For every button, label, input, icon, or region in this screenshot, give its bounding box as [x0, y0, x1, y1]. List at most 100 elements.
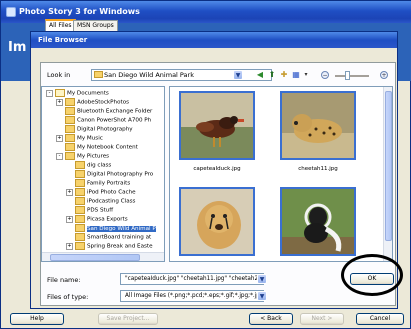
outer-window-title: Photo Story 3 for Windows	[19, 7, 140, 16]
new-folder-icon[interactable]: ✚	[279, 70, 289, 80]
tree-item[interactable]: Canon PowerShot A700 Ph	[56, 116, 151, 125]
save-project-button[interactable]: Save Project...	[98, 313, 158, 325]
folder-icon	[65, 125, 75, 133]
tree-item[interactable]: iPodcasting Class	[66, 197, 135, 206]
zoom-slider-track[interactable]	[335, 75, 369, 77]
folder-icon	[65, 143, 75, 151]
tree-item[interactable]: My Notebook Content	[56, 143, 138, 152]
folder-icon	[75, 170, 85, 178]
outer-header-label: Im	[8, 40, 27, 55]
thumbnail-scroll-thumb[interactable]	[385, 91, 392, 241]
tree-item-label: Family Portraits	[87, 180, 131, 187]
thumbnail-capetealduck[interactable]	[179, 91, 255, 160]
tree-item-label: My Pictures	[77, 153, 110, 160]
cheetah-portrait-photo	[181, 189, 253, 254]
thumbnail-view[interactable]: capeteaIduck.jpg cheetah11.jpg	[169, 86, 393, 262]
help-button[interactable]: Help	[10, 313, 64, 325]
tab-msn-groups[interactable]: MSN Groups	[73, 20, 118, 31]
tree-item-label: SmartBoard training at	[87, 234, 152, 241]
tree-item-label: Bluetooth Exchange Folder	[77, 108, 153, 115]
tab-all-files[interactable]: All Files	[45, 19, 76, 31]
folder-icon	[75, 197, 85, 205]
tree-item[interactable]: Family Portraits	[66, 179, 130, 188]
tree-item-label: My Music	[77, 135, 103, 142]
folder-icon	[65, 107, 75, 115]
next-button[interactable]: Next >	[300, 313, 344, 325]
tree-item-label: PDS Stuff	[87, 207, 114, 214]
tree-item-label: AdobeStockPhotos	[77, 99, 130, 106]
expand-icon[interactable]: +	[66, 188, 73, 196]
lookin-value: San Diego Wild Animal Park	[104, 71, 194, 79]
tree-item-label: iPod Photo Cache	[87, 189, 136, 196]
tree-item[interactable]: - My Pictures	[56, 152, 109, 161]
monkey-photo	[282, 189, 354, 254]
tree-item-label: dig class	[87, 162, 112, 169]
folder-icon	[75, 242, 85, 250]
expand-icon[interactable]: +	[66, 242, 73, 250]
tree-item[interactable]: + Picasa Exports	[66, 215, 128, 224]
thumbnail-vertical-scrollbar[interactable]	[383, 87, 392, 261]
folder-icon	[65, 116, 75, 124]
chevron-down-icon[interactable]: ▼	[257, 291, 267, 301]
tree-item[interactable]: SmartBoard training at	[66, 233, 151, 242]
back-button[interactable]: < Back	[249, 313, 293, 325]
dialog-title-bar: File Browser	[31, 32, 397, 48]
tree-item[interactable]: Digital Photography Pro	[66, 170, 153, 179]
views-menu-icon[interactable]: ▦	[291, 70, 301, 80]
thumbnail-cheetah212[interactable]	[179, 187, 255, 256]
tree-item[interactable]: + AdobeStockPhotos	[56, 98, 129, 107]
zoom-out-icon[interactable]: −	[321, 71, 329, 79]
duck-photo	[181, 93, 253, 158]
tree-item[interactable]: + My Music	[56, 134, 103, 143]
expand-icon[interactable]: +	[56, 98, 63, 106]
folder-tree[interactable]: - My Documents + AdobeStockPhotos Bluetooth …	[41, 86, 165, 262]
expand-icon[interactable]: +	[56, 134, 63, 142]
expand-icon[interactable]: +	[66, 215, 73, 223]
views-dropdown-icon[interactable]: ▾	[301, 70, 311, 80]
tree-hscroll-thumb[interactable]	[50, 254, 140, 261]
folder-icon	[75, 224, 85, 232]
zoom-in-icon[interactable]: +	[380, 71, 388, 79]
folder-icon	[94, 71, 103, 78]
tree-item[interactable]: + Spring Break and Easte	[66, 242, 153, 251]
tree-item[interactable]: PDS Stuff	[66, 206, 113, 215]
collapse-icon[interactable]: -	[46, 89, 53, 97]
tree-item[interactable]: Digital Photography	[56, 125, 133, 134]
folder-icon	[65, 98, 75, 106]
tree-item-label: My Notebook Content	[77, 144, 138, 151]
file-name-field[interactable]: "capeteaIduck.jpg" "cheetah11.jpg" "chee…	[120, 273, 264, 285]
up-folder-icon[interactable]: ⬆	[267, 70, 277, 80]
folder-icon	[75, 206, 85, 214]
chevron-down-icon[interactable]: ▼	[257, 274, 267, 284]
folder-icon	[75, 179, 85, 187]
tree-item-label: Canon PowerShot A700 Ph	[77, 117, 152, 124]
back-arrow-icon[interactable]: ◀	[255, 70, 265, 80]
file-type-select[interactable]: All Image Files (*.png;*.pcd;*.eps;*.gif…	[120, 290, 264, 302]
collapse-icon[interactable]: -	[56, 152, 63, 160]
tree-horizontal-scrollbar[interactable]	[42, 252, 164, 261]
tree-item-label: Picasa Exports	[87, 216, 128, 223]
tree-item-label: Digital Photography	[77, 126, 133, 133]
highlight-circle	[341, 254, 403, 296]
thumbnail-caption: capeteaIduck.jpg	[193, 166, 241, 172]
thumbnail-colobus[interactable]	[280, 187, 356, 256]
thumbnail-cheetah11[interactable]	[280, 91, 356, 160]
zoom-slider-thumb[interactable]	[345, 71, 350, 80]
chevron-down-icon[interactable]: ▼	[233, 70, 243, 80]
folder-icon	[75, 215, 85, 223]
file-type-label: Files of type:	[47, 293, 89, 301]
tree-item-label: Digital Photography Pro	[87, 171, 154, 178]
dialog-title: File Browser	[38, 36, 88, 44]
folder-icon	[75, 233, 85, 241]
folder-icon	[75, 188, 85, 196]
folder-icon	[75, 161, 85, 169]
tree-item-label: Spring Break and Easte	[87, 243, 153, 250]
tree-item[interactable]: Bluetooth Exchange Folder	[56, 107, 152, 116]
tree-item[interactable]: - My Documents	[46, 89, 109, 98]
tree-item[interactable]: + iPod Photo Cache	[66, 188, 136, 197]
cancel-button[interactable]: Cancel	[356, 313, 404, 325]
lookin-combo[interactable]: San Diego Wild Animal Park	[91, 69, 272, 81]
tree-item[interactable]: dig class	[66, 161, 111, 170]
tree-item[interactable]: San Diego Wild Animal P	[66, 224, 156, 233]
cheetah-photo	[282, 93, 354, 158]
